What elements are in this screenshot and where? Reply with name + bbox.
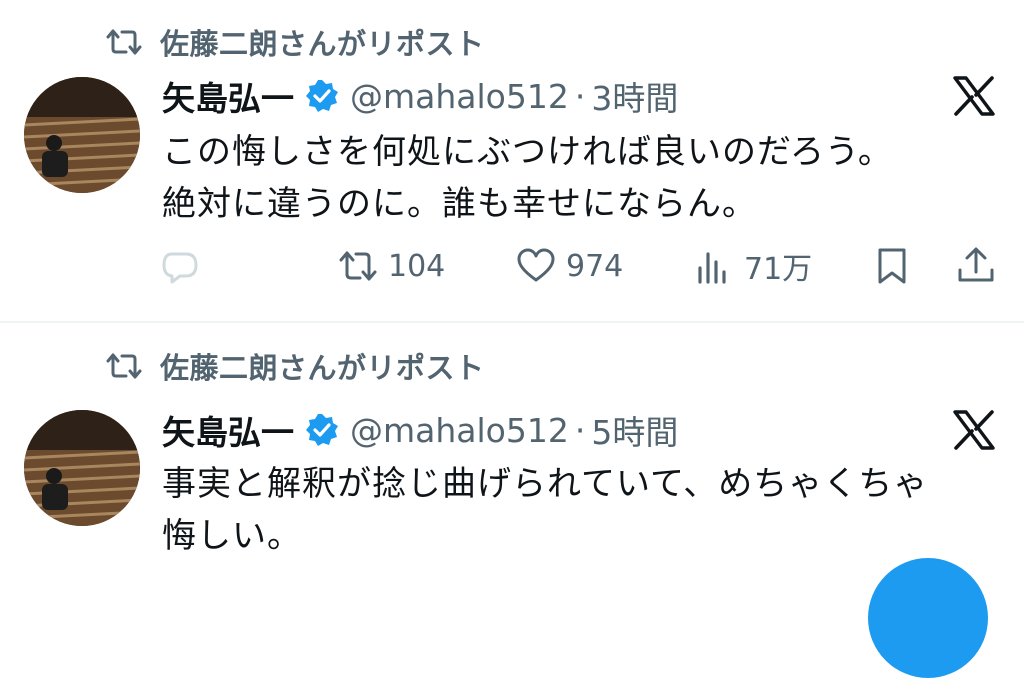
- like-count: 974: [566, 248, 624, 284]
- verified-badge-icon: [306, 80, 338, 112]
- timestamp[interactable]: 3時間: [591, 72, 678, 120]
- timestamp[interactable]: 5時間: [591, 406, 678, 454]
- repost-icon: [106, 29, 142, 55]
- views-icon: [698, 252, 726, 284]
- bookmark-button[interactable]: [872, 242, 912, 290]
- avatar-image: [24, 410, 140, 526]
- avatar[interactable]: [24, 77, 140, 193]
- share-button[interactable]: [956, 242, 996, 290]
- author-handle[interactable]: @mahalo512: [350, 411, 569, 450]
- tweet-divider: [0, 321, 1024, 323]
- tweet-text-line: この悔しさを何処にぶつければ良いのだろう。: [162, 132, 893, 172]
- like-icon: [517, 248, 555, 282]
- repost-count: 104: [388, 248, 446, 284]
- separator-dot: ·: [574, 410, 586, 450]
- avatar-image: [24, 77, 140, 193]
- repost-icon: [106, 353, 142, 379]
- tweet-text: 事実と解釈が捻じ曲げられていて、めちゃくちゃ 悔しい。: [162, 458, 1002, 562]
- tweet-text-line: 悔しい。: [162, 516, 302, 556]
- separator-dot: ·: [574, 76, 586, 116]
- tweet[interactable]: 佐藤二朗さんがリポスト 矢島弘一 @mahalo512 · 5時間 事実と解釈が…: [0, 324, 1024, 586]
- reply-icon: [162, 252, 198, 284]
- author-name[interactable]: 矢島弘一: [162, 406, 294, 454]
- author-name[interactable]: 矢島弘一: [162, 72, 294, 120]
- bookmark-icon: [878, 248, 906, 284]
- tweet-text-line: 事実と解釈が捻じ曲げられていて、めちゃくちゃ: [162, 464, 929, 504]
- author-handle[interactable]: @mahalo512: [350, 77, 569, 116]
- repost-icon: [339, 251, 377, 281]
- repost-label: 佐藤二朗さんがリポスト: [160, 351, 485, 385]
- reply-button[interactable]: [160, 242, 200, 290]
- repost-indicator[interactable]: 佐藤二朗さんがリポスト: [106, 348, 485, 385]
- tweet-text-line: 絶対に違うのに。誰も幸せにならん。: [162, 184, 757, 224]
- tweet-header: 矢島弘一 @mahalo512 · 3時間: [162, 72, 678, 120]
- tweet-header: 矢島弘一 @mahalo512 · 5時間: [162, 406, 678, 454]
- x-logo-icon[interactable]: [952, 76, 996, 116]
- x-logo-icon[interactable]: [952, 410, 996, 450]
- action-bar: 104 974 71万: [160, 242, 1000, 290]
- compose-button[interactable]: [868, 558, 988, 678]
- tweet[interactable]: 佐藤二朗さんがリポスト 矢島弘一 @mahalo512 · 3時間 この悔しさを…: [0, 0, 1024, 322]
- repost-indicator[interactable]: 佐藤二朗さんがリポスト: [106, 24, 485, 61]
- views-count: 71万: [744, 252, 813, 287]
- like-button[interactable]: 974: [516, 242, 623, 290]
- share-icon: [958, 247, 994, 282]
- views-button[interactable]: 71万: [694, 242, 812, 290]
- tweet-text: この悔しさを何処にぶつければ良いのだろう。 絶対に違うのに。誰も幸せにならん。: [162, 126, 1002, 230]
- repost-label: 佐藤二朗さんがリポスト: [160, 27, 485, 61]
- avatar[interactable]: [24, 410, 140, 526]
- verified-badge-icon: [306, 414, 338, 446]
- repost-button[interactable]: 104: [338, 242, 445, 290]
